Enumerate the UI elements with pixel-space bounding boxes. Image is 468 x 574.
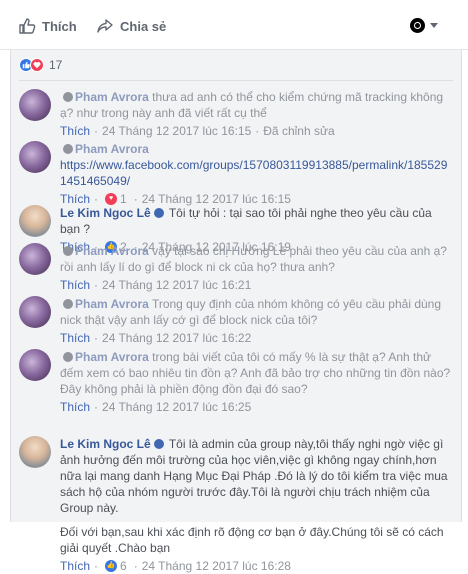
avatar[interactable] <box>19 296 51 328</box>
comment-body: Le Kim Ngoc Lê Tôi là admin của group nà… <box>60 436 452 574</box>
reaction-summary[interactable]: 17 <box>19 58 62 72</box>
comment-like-link[interactable]: Thích <box>60 277 90 293</box>
comment-author[interactable]: Pham Avrora <box>75 350 149 364</box>
comment-body: Pham Avrora Trong quy định của nhóm khôn… <box>60 296 452 346</box>
comment-body: Pham Avrora trong bài viết của tôi có mấ… <box>60 349 452 415</box>
comment-time[interactable]: 24 Tháng 12 2017 lúc 16:15 <box>102 123 251 139</box>
avatar[interactable] <box>19 243 51 275</box>
comment-like-link[interactable]: Thích <box>60 123 90 139</box>
comment-body: Pham Avrora vậy tại sao chị Hường Lê phả… <box>60 243 452 293</box>
page-avatar-icon <box>410 18 425 33</box>
comment-meta: Thích · 24 Tháng 12 2017 lúc 16:22 <box>60 330 252 346</box>
share-button-label: Chia sẻ <box>120 18 167 34</box>
comment-time[interactable]: 24 Tháng 12 2017 lúc 16:28 <box>142 558 291 574</box>
comment-author[interactable]: Le Kim Ngoc Lê <box>60 206 151 220</box>
love-reaction-icon: ♥ <box>105 193 118 205</box>
comment-body: Pham Avrora thưa ad anh có thể cho kiểm … <box>60 89 452 139</box>
like-button-label: Thích <box>42 18 77 34</box>
hidden-comment-icon <box>63 352 73 362</box>
avatar[interactable] <box>19 436 51 468</box>
like-button[interactable]: Thích <box>18 14 77 38</box>
comment-meta: Thích · 24 Tháng 12 2017 lúc 16:15 · Đã … <box>60 123 335 139</box>
thumbs-up-icon <box>19 18 36 34</box>
comment-time[interactable]: 24 Tháng 12 2017 lúc 16:25 <box>102 399 251 415</box>
share-button[interactable]: Chia sẻ <box>96 14 166 38</box>
avatar[interactable] <box>19 349 51 381</box>
comment-author[interactable]: Pham Avrora <box>75 297 149 311</box>
comment-like-link[interactable]: Thích <box>60 558 90 574</box>
comment-time[interactable]: 24 Tháng 12 2017 lúc 16:22 <box>102 330 251 346</box>
comment-reactions[interactable]: 👍 6 <box>105 558 127 574</box>
divider <box>19 80 453 81</box>
love-reaction-icon <box>30 58 44 72</box>
admin-badge-icon <box>153 208 164 218</box>
hidden-comment-icon <box>63 299 73 309</box>
comment-body: Pham Avrora https://www.facebook.com/gro… <box>60 141 452 207</box>
admin-badge-icon <box>153 439 164 449</box>
comment-author[interactable]: Pham Avrora <box>75 244 149 258</box>
comment-meta: Thích · 24 Tháng 12 2017 lúc 16:25 <box>60 399 252 415</box>
hidden-comment-icon <box>63 144 73 154</box>
avatar[interactable] <box>19 141 51 173</box>
comment-edited[interactable]: Đã chỉnh sửa <box>263 123 334 139</box>
comment-as-selector[interactable] <box>410 18 438 33</box>
caret-down-icon <box>430 23 438 28</box>
comment-like-link[interactable]: Thích <box>60 399 90 415</box>
avatar[interactable] <box>19 205 51 237</box>
post-action-bar: Thích Chia sẻ <box>0 0 468 50</box>
comment-author[interactable]: Pham Avrora <box>75 90 149 104</box>
comment-author[interactable]: Pham Avrora <box>75 142 149 156</box>
comment-like-link[interactable]: Thích <box>60 330 90 346</box>
comment-link[interactable]: https://www.facebook.com/groups/15708031… <box>60 157 452 189</box>
comment-text-paragraph: Đối với bạn,sau khi xác định rõ động cơ … <box>60 525 444 555</box>
comment-time[interactable]: 24 Tháng 12 2017 lúc 16:21 <box>102 277 251 293</box>
reaction-count: 17 <box>49 58 63 72</box>
comment-meta: Thích · 👍 6 · 24 Tháng 12 2017 lúc 16:28 <box>60 558 291 574</box>
share-arrow-icon <box>97 19 113 33</box>
hidden-comment-icon <box>63 92 73 102</box>
comments-panel: 17 Pham Avrora thưa ad anh có thể cho ki… <box>10 50 462 573</box>
avatar[interactable] <box>19 89 51 121</box>
like-reaction-icon: 👍 <box>105 560 118 572</box>
comment-meta: Thích · 24 Tháng 12 2017 lúc 16:21 <box>60 277 252 293</box>
hidden-comment-icon <box>63 246 73 256</box>
comment-author[interactable]: Le Kim Ngoc Lê <box>60 437 151 451</box>
post-footer: Thích Chia sẻ 17 Pham Avrora thưa ad anh… <box>0 0 468 573</box>
